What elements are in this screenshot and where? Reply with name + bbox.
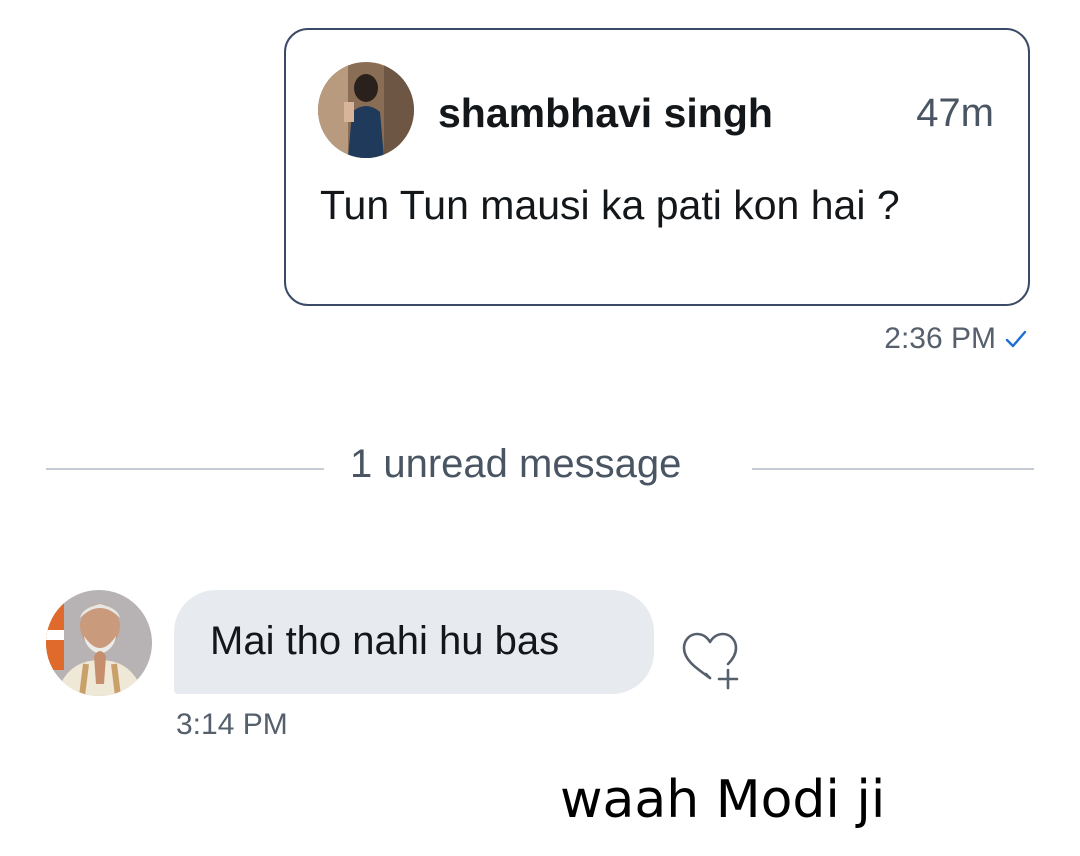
heart-plus-icon[interactable] (676, 628, 746, 692)
meme-caption: waah Modi ji (560, 770, 886, 830)
sent-message-time: 2:36 PM (884, 322, 996, 355)
check-icon (1002, 325, 1030, 353)
author-avatar-image (318, 62, 414, 158)
unread-label: 1 unread message (350, 442, 682, 486)
tweet-author-avatar[interactable] (318, 62, 414, 158)
divider-line (46, 468, 324, 470)
sender-avatar-image (46, 590, 152, 696)
tweet-timestamp: 47m (916, 91, 994, 135)
shared-tweet-card[interactable]: shambhavi singh 47m Tun Tun mausi ka pat… (284, 28, 1030, 306)
received-message-time: 3:14 PM (176, 708, 288, 741)
tweet-author-name[interactable]: shambhavi singh (438, 90, 773, 137)
received-message-text: Mai tho nahi hu bas (210, 619, 560, 663)
received-message-bubble[interactable]: Mai tho nahi hu bas (174, 590, 654, 694)
tweet-text: Tun Tun mausi ka pati kon hai ? (320, 182, 900, 228)
divider-line (752, 468, 1034, 470)
sent-message-meta: 2:36 PM (884, 322, 1030, 356)
unread-divider: 1 unread message (46, 440, 1034, 496)
sender-avatar[interactable] (46, 590, 152, 696)
